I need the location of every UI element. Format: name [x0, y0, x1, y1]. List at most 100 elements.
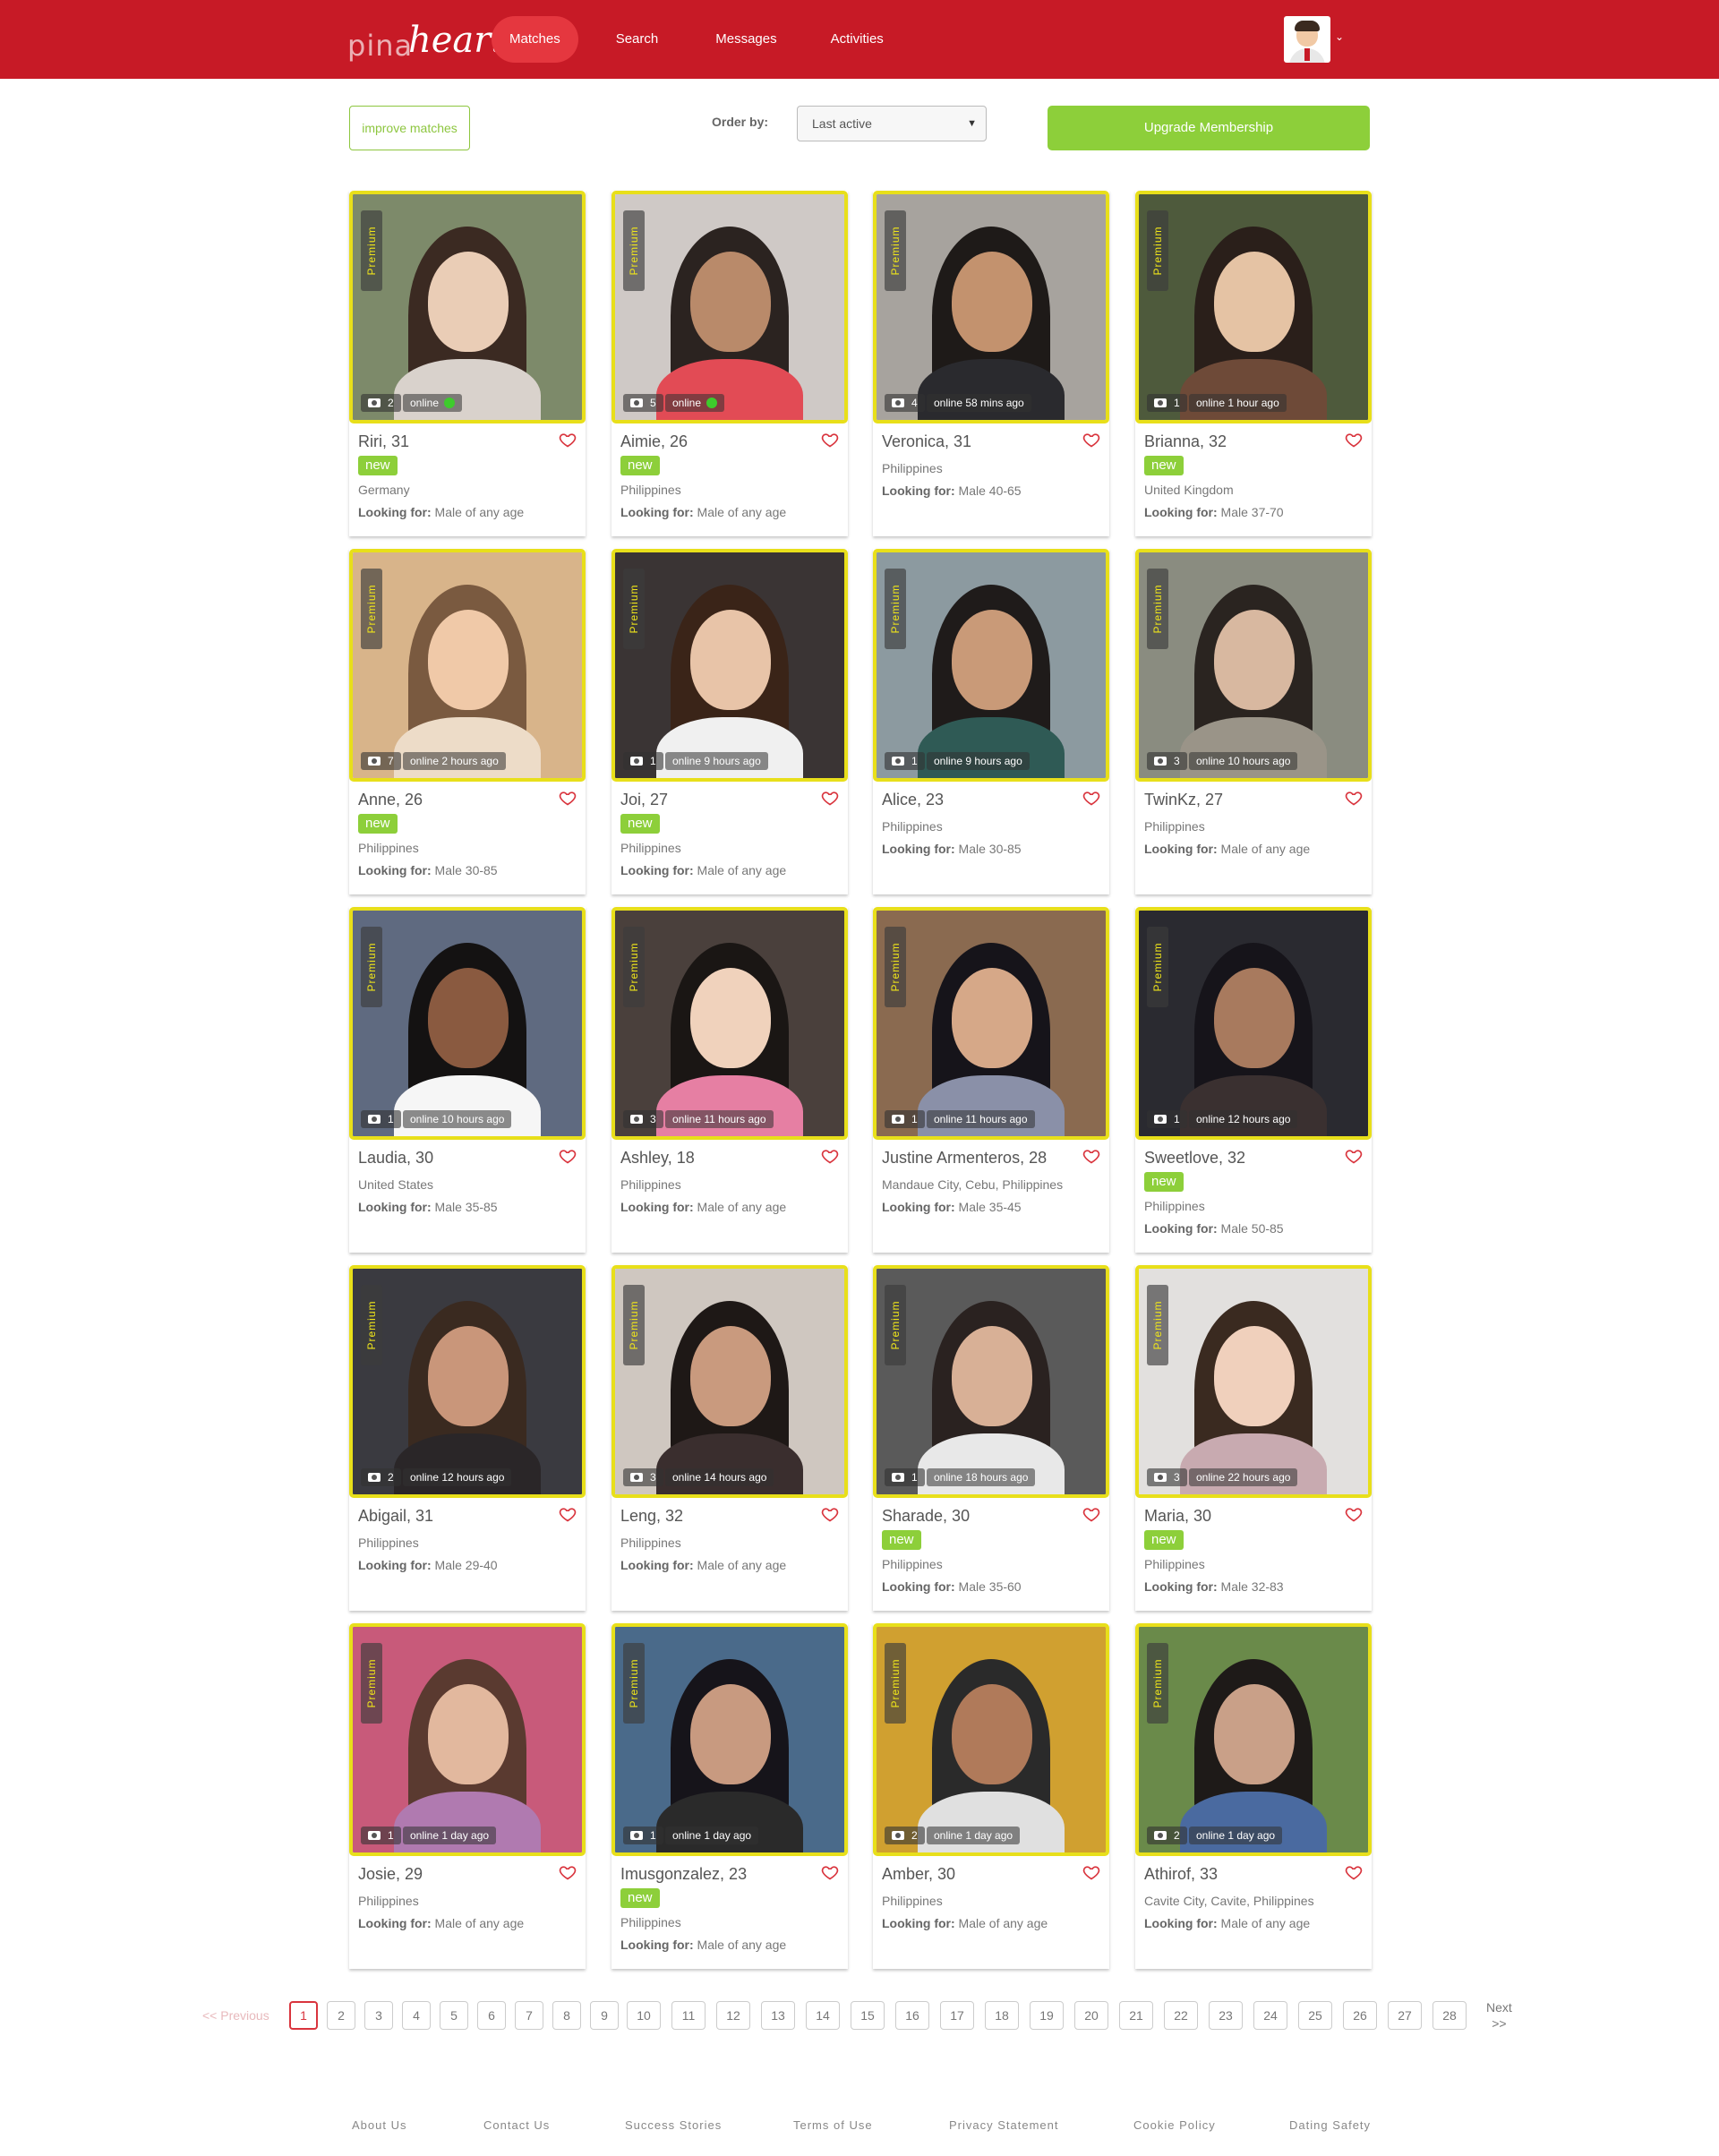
pagination-page-4[interactable]: 4 [402, 2001, 431, 2030]
pagination-page-16[interactable]: 16 [895, 2001, 929, 2030]
pagination-page-10[interactable]: 10 [627, 2001, 661, 2030]
profile-card[interactable]: Premium 2 online 1 day ago Athirof, 33 C… [1135, 1623, 1372, 1969]
profile-photo[interactable]: Premium 1 online 9 hours ago [611, 549, 848, 782]
pagination-page-24[interactable]: 24 [1253, 2001, 1287, 2030]
profile-card[interactable]: Premium 1 online 9 hours ago Joi, 27 new… [611, 549, 848, 894]
profile-card[interactable]: Premium 3 online 22 hours ago Maria, 30 … [1135, 1265, 1372, 1611]
footer-cookie-policy[interactable]: Cookie Policy [1133, 2118, 1216, 2132]
profile-photo[interactable]: Premium 1 online 10 hours ago [349, 907, 586, 1140]
profile-photo[interactable]: Premium 2 online 1 day ago [873, 1623, 1109, 1856]
pagination-page-1[interactable]: 1 [289, 2001, 318, 2030]
profile-name[interactable]: Justine Armenteros, 28 [882, 1149, 1047, 1168]
profile-name[interactable]: Riri, 31 [358, 432, 409, 451]
pinaheart-logo[interactable]: pina heart [347, 20, 505, 63]
pagination-page-11[interactable]: 11 [671, 2001, 706, 2030]
profile-name[interactable]: Laudia, 30 [358, 1149, 433, 1168]
order-by-select[interactable]: Last active ▼ [797, 106, 987, 141]
profile-name[interactable]: Maria, 30 [1144, 1507, 1211, 1526]
pagination-page-22[interactable]: 22 [1164, 2001, 1198, 2030]
footer-contact-us[interactable]: Contact Us [483, 2118, 550, 2132]
pagination-page-13[interactable]: 13 [761, 2001, 795, 2030]
heart-outline-icon[interactable] [1345, 1147, 1363, 1165]
profile-name[interactable]: Imusgonzalez, 23 [620, 1865, 747, 1884]
profile-photo[interactable]: Premium 1 online 1 hour ago [1135, 191, 1372, 424]
profile-card[interactable]: Premium 2 online Riri, 31 new Germany Lo… [349, 191, 586, 536]
footer-success-stories[interactable]: Success Stories [625, 2118, 722, 2132]
nav-search[interactable]: Search [600, 16, 675, 63]
profile-name[interactable]: Aimie, 26 [620, 432, 688, 451]
heart-outline-icon[interactable] [1082, 1505, 1100, 1523]
profile-photo[interactable]: Premium 4 online 58 mins ago [873, 191, 1109, 424]
profile-card[interactable]: Premium 1 online 9 hours ago Alice, 23 P… [873, 549, 1109, 894]
heart-outline-icon[interactable] [559, 431, 577, 449]
profile-name[interactable]: Anne, 26 [358, 791, 423, 809]
heart-outline-icon[interactable] [559, 1505, 577, 1523]
pagination-page-19[interactable]: 19 [1030, 2001, 1064, 2030]
profile-photo[interactable]: Premium 2 online 1 day ago [1135, 1623, 1372, 1856]
footer-about-us[interactable]: About Us [352, 2118, 406, 2132]
profile-name[interactable]: Joi, 27 [620, 791, 668, 809]
profile-card[interactable]: Premium 7 online 2 hours ago Anne, 26 ne… [349, 549, 586, 894]
footer-privacy-statement[interactable]: Privacy Statement [949, 2118, 1059, 2132]
profile-name[interactable]: Abigail, 31 [358, 1507, 433, 1526]
heart-outline-icon[interactable] [559, 789, 577, 807]
profile-card[interactable]: Premium 2 online 12 hours ago Abigail, 3… [349, 1265, 586, 1611]
profile-card[interactable]: Premium 3 online 14 hours ago Leng, 32 P… [611, 1265, 848, 1611]
profile-card[interactable]: Premium 5 online Aimie, 26 new Philippin… [611, 191, 848, 536]
nav-messages[interactable]: Messages [699, 16, 792, 63]
heart-outline-icon[interactable] [559, 1863, 577, 1881]
pagination-page-7[interactable]: 7 [515, 2001, 543, 2030]
profile-name[interactable]: Brianna, 32 [1144, 432, 1227, 451]
footer-dating-safety[interactable]: Dating Safety [1289, 2118, 1371, 2132]
profile-card[interactable]: Premium 2 online 1 day ago Amber, 30 Phi… [873, 1623, 1109, 1969]
pagination-page-27[interactable]: 27 [1388, 2001, 1422, 2030]
profile-card[interactable]: Premium 1 online 18 hours ago Sharade, 3… [873, 1265, 1109, 1611]
profile-card[interactable]: Premium 1 online 12 hours ago Sweetlove,… [1135, 907, 1372, 1253]
improve-matches-button[interactable]: improve matches [349, 106, 470, 150]
heart-outline-icon[interactable] [1345, 789, 1363, 807]
pagination-page-20[interactable]: 20 [1074, 2001, 1108, 2030]
pagination-page-14[interactable]: 14 [806, 2001, 840, 2030]
profile-name[interactable]: Josie, 29 [358, 1865, 423, 1884]
pagination-page-12[interactable]: 12 [716, 2001, 750, 2030]
heart-outline-icon[interactable] [1082, 789, 1100, 807]
pagination-page-8[interactable]: 8 [552, 2001, 581, 2030]
pagination-page-6[interactable]: 6 [477, 2001, 506, 2030]
heart-outline-icon[interactable] [821, 1505, 839, 1523]
heart-outline-icon[interactable] [1082, 1863, 1100, 1881]
heart-outline-icon[interactable] [1082, 431, 1100, 449]
upgrade-membership-button[interactable]: Upgrade Membership [1048, 106, 1370, 150]
heart-outline-icon[interactable] [1345, 1863, 1363, 1881]
profile-card[interactable]: Premium 1 online 1 day ago Josie, 29 Phi… [349, 1623, 586, 1969]
profile-name[interactable]: Veronica, 31 [882, 432, 971, 451]
profile-photo[interactable]: Premium 1 online 11 hours ago [873, 907, 1109, 1140]
profile-photo[interactable]: Premium 3 online 10 hours ago [1135, 549, 1372, 782]
heart-outline-icon[interactable] [821, 789, 839, 807]
pagination-page-15[interactable]: 15 [851, 2001, 885, 2030]
profile-card[interactable]: Premium 1 online 10 hours ago Laudia, 30… [349, 907, 586, 1253]
pagination-page-2[interactable]: 2 [327, 2001, 355, 2030]
profile-name[interactable]: Athirof, 33 [1144, 1865, 1218, 1884]
profile-name[interactable]: Leng, 32 [620, 1507, 683, 1526]
profile-name[interactable]: TwinKz, 27 [1144, 791, 1223, 809]
chevron-down-icon[interactable]: ⌄ [1335, 30, 1344, 43]
heart-outline-icon[interactable] [559, 1147, 577, 1165]
pagination-page-5[interactable]: 5 [440, 2001, 468, 2030]
pagination-page-3[interactable]: 3 [364, 2001, 393, 2030]
profile-photo[interactable]: Premium 3 online 11 hours ago [611, 907, 848, 1140]
pagination-page-26[interactable]: 26 [1343, 2001, 1377, 2030]
pagination-page-28[interactable]: 28 [1432, 2001, 1467, 2030]
profile-card[interactable]: Premium 3 online 10 hours ago TwinKz, 27… [1135, 549, 1372, 894]
pagination-page-21[interactable]: 21 [1119, 2001, 1153, 2030]
profile-photo[interactable]: Premium 1 online 12 hours ago [1135, 907, 1372, 1140]
nav-matches[interactable]: Matches [492, 16, 578, 63]
profile-photo[interactable]: Premium 1 online 9 hours ago [873, 549, 1109, 782]
profile-photo[interactable]: Premium 1 online 1 day ago [349, 1623, 586, 1856]
profile-photo[interactable]: Premium 1 online 18 hours ago [873, 1265, 1109, 1498]
user-avatar[interactable] [1284, 16, 1330, 63]
profile-photo[interactable]: Premium 3 online 22 hours ago [1135, 1265, 1372, 1498]
pagination-page-17[interactable]: 17 [940, 2001, 974, 2030]
pagination-next[interactable]: Next >> [1486, 1999, 1512, 2032]
pagination-page-23[interactable]: 23 [1209, 2001, 1243, 2030]
profile-photo[interactable]: Premium 7 online 2 hours ago [349, 549, 586, 782]
